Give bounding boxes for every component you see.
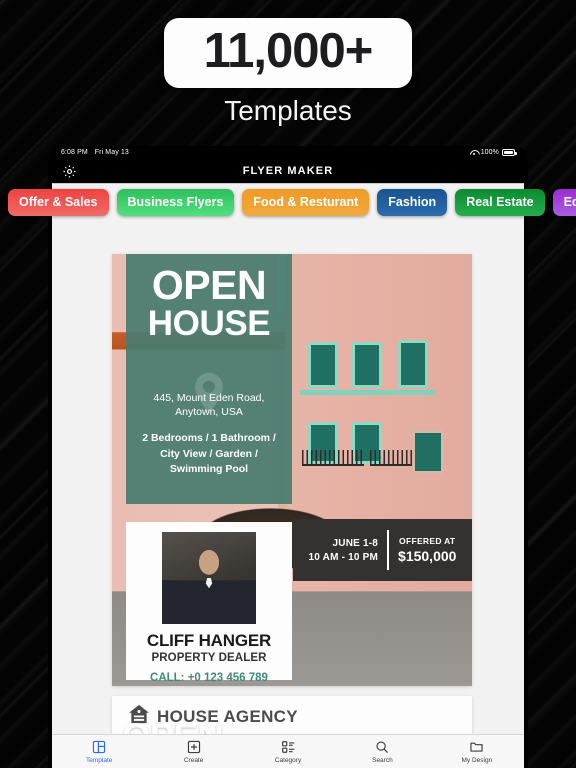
category-pill-education[interactable]: Education bbox=[552, 188, 576, 216]
tab-search-label: Search bbox=[372, 756, 393, 764]
tablet-device-frame: 6:08 PM Fri May 13 100% FLYER MAKER OPEN… bbox=[48, 146, 528, 768]
banner-offer-label: OFFERED AT bbox=[399, 536, 456, 546]
gear-icon[interactable] bbox=[62, 164, 77, 179]
bottom-tab-bar: Template Create Category Search My Desig… bbox=[52, 734, 524, 768]
open-house-heading-line1: OPEN bbox=[151, 262, 267, 308]
address-line-1: 445, Mount Eden Road, bbox=[153, 391, 265, 404]
banner-price: $150,000 bbox=[398, 548, 457, 564]
wifi-icon bbox=[470, 149, 478, 156]
category-pill-fashion[interactable]: Fashion bbox=[377, 188, 448, 216]
category-pill-strip[interactable]: Offer & Sales Business Flyers Food & Res… bbox=[0, 186, 576, 218]
app-screen: OPEN HOUSE 445, Mount Eden Road, Anytown… bbox=[52, 183, 524, 768]
banner-hours: 10 AM - 10 PM bbox=[308, 551, 379, 563]
app-bar: FLYER MAKER bbox=[52, 159, 524, 183]
tab-create-label: Create bbox=[183, 756, 204, 764]
search-icon bbox=[335, 740, 429, 755]
status-time: 6:08 PM bbox=[61, 149, 88, 156]
tab-create[interactable]: Create bbox=[146, 740, 240, 764]
category-pill-offer-sales[interactable]: Offer & Sales bbox=[8, 188, 109, 216]
tab-template-label: Template bbox=[86, 756, 113, 764]
address-line-2: Anytown, USA bbox=[175, 406, 243, 418]
template-count-badge: 11,000+ bbox=[163, 18, 413, 88]
category-pill-business-flyers[interactable]: Business Flyers bbox=[116, 188, 235, 216]
template-card-open-house[interactable]: OPEN HOUSE 445, Mount Eden Road, Anytown… bbox=[112, 254, 472, 686]
open-house-heading-line2: HOUSE bbox=[147, 303, 271, 343]
agent-role: PROPERTY DEALER bbox=[151, 652, 267, 664]
feature-line-1: 2 Bedrooms / 1 Bathroom / bbox=[142, 432, 276, 445]
tab-category[interactable]: Category bbox=[241, 740, 335, 764]
property-address: 445, Mount Eden Road, Anytown, USA bbox=[154, 391, 265, 420]
open-house-banner: JUNE 1-8 10 AM - 10 PM OFFERED AT $150,0… bbox=[293, 519, 472, 581]
banner-dates: JUNE 1-8 bbox=[332, 537, 379, 549]
category-pill-real-estate[interactable]: Real Estate bbox=[455, 188, 545, 216]
feature-line-2: City View / Garden / bbox=[160, 447, 258, 460]
tab-my-design[interactable]: My Design bbox=[430, 740, 524, 764]
battery-percent: 100% bbox=[480, 149, 499, 156]
open-house-panel: OPEN HOUSE 445, Mount Eden Road, Anytown… bbox=[126, 254, 292, 504]
template-count: 11,000+ bbox=[203, 24, 374, 78]
agent-card: CLIFF HANGER PROPERTY DEALER CALL: +0 12… bbox=[126, 522, 292, 684]
property-features: 2 Bedrooms / 1 Bathroom / City View / Ga… bbox=[142, 431, 276, 477]
battery-icon bbox=[502, 149, 517, 156]
folder-icon bbox=[430, 740, 524, 755]
status-bar: 6:08 PM Fri May 13 100% bbox=[52, 146, 524, 159]
layout-grid-icon bbox=[52, 740, 146, 755]
plus-square-icon bbox=[146, 740, 240, 755]
agent-phone: CALL: +0 123 456 789 bbox=[150, 672, 268, 684]
category-grid-icon bbox=[241, 740, 335, 755]
status-date: Fri May 13 bbox=[94, 149, 129, 156]
tab-template[interactable]: Template bbox=[52, 740, 146, 764]
promo-header: 11,000+ Templates bbox=[0, 0, 576, 146]
app-title: FLYER MAKER bbox=[242, 165, 334, 177]
promo-subtitle: Templates bbox=[224, 94, 352, 126]
tab-my-design-label: My Design bbox=[461, 756, 493, 764]
agent-name: CLIFF HANGER bbox=[146, 631, 272, 650]
feature-line-3: Swimming Pool bbox=[169, 463, 249, 476]
agent-portrait bbox=[162, 532, 256, 624]
tab-category-label: Category bbox=[274, 756, 302, 764]
category-pill-food-restaurant[interactable]: Food & Resturant bbox=[242, 188, 370, 216]
tab-search[interactable]: Search bbox=[335, 740, 429, 764]
